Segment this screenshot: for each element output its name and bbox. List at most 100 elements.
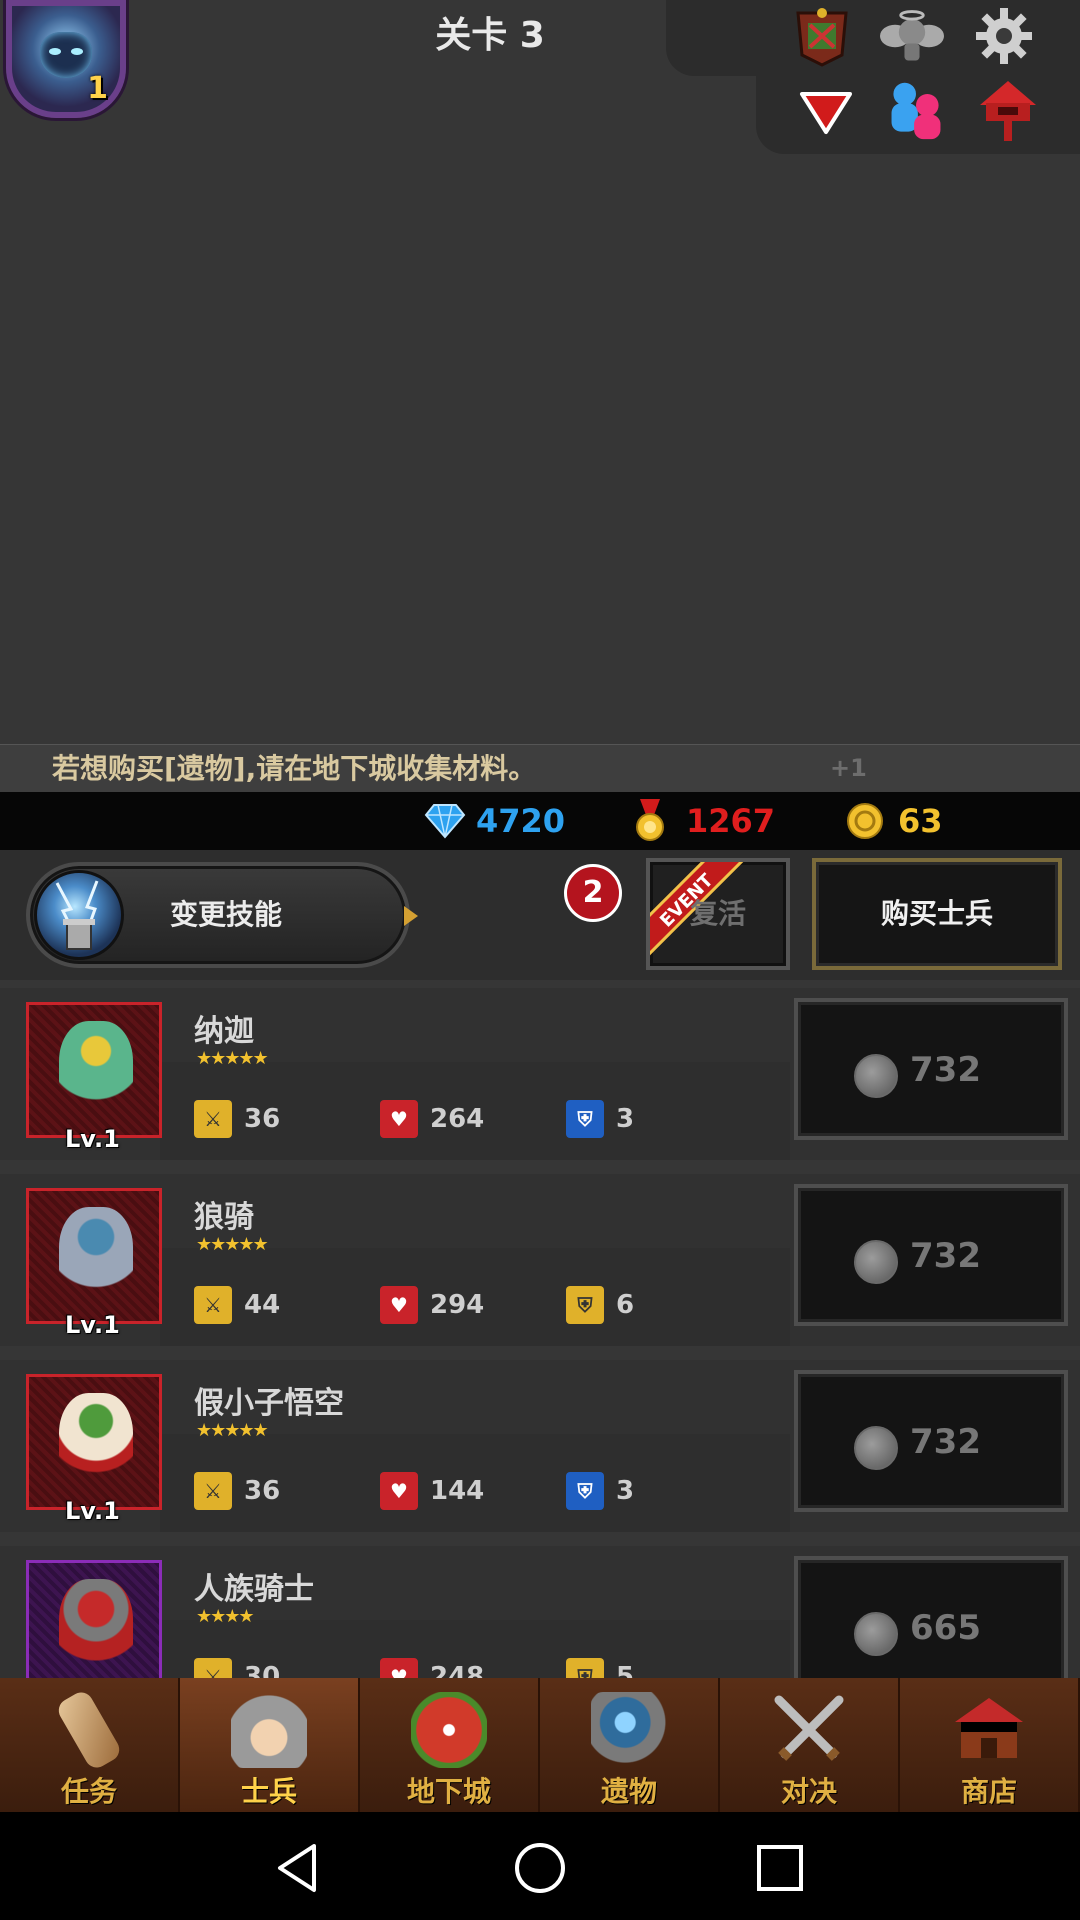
change-skill-button[interactable]: 变更技能 (26, 862, 418, 968)
unit-price-button[interactable]: 732 (794, 1184, 1068, 1326)
bottom-nav: 任务 士兵 地下城 遗物 对决 商店 (0, 1678, 1080, 1812)
angel-icon[interactable] (880, 4, 944, 68)
crest-icon[interactable] (790, 4, 854, 68)
sword-icon: ⚔ (194, 1658, 232, 1678)
currency-bar: 4720 1267 63 (0, 792, 1080, 850)
unit-name: 假小子悟空 (194, 1386, 344, 1421)
nav-tab-relics[interactable]: 遗物 (540, 1678, 720, 1812)
unit-portrait: Lv.1 (26, 1002, 162, 1153)
nav-tab-soldiers[interactable]: 士兵 (180, 1678, 360, 1812)
medal-counter: 1267 (632, 792, 775, 850)
friends-icon[interactable] (884, 78, 948, 142)
heart-icon: ♥ (380, 1286, 418, 1324)
arrow-right-icon (404, 906, 418, 926)
scroll-icon (54, 1688, 124, 1772)
silver-coin-icon (854, 1612, 898, 1656)
health-stat: ♥ 144 (380, 1472, 484, 1510)
buy-soldier-button[interactable]: 购买士兵 (812, 858, 1062, 970)
unit-name: 人族骑士 (194, 1572, 314, 1607)
system-nav-bar (0, 1812, 1080, 1920)
unit-portrait: Lv.1 (26, 1188, 162, 1339)
defense-stat: ⛨ 6 (566, 1286, 634, 1324)
coin-icon (847, 803, 883, 839)
unit-price-button[interactable]: 732 (794, 998, 1068, 1140)
orb-icon (591, 1692, 667, 1768)
nav-tab-dungeon[interactable]: 地下城 (360, 1678, 540, 1812)
unit-row[interactable]: 人族骑士 ★★★★ ⚔ 30 ♥ 248 ⛨ 5 665 (0, 1546, 1080, 1678)
unit-price: 732 (910, 1050, 981, 1090)
health-stat: ♥ 264 (380, 1100, 484, 1138)
hint-message: 若想购买[遗物],请在地下城收集材料。 (52, 752, 537, 785)
shop-icon (951, 1692, 1027, 1768)
avatar-level: 1 (87, 71, 108, 106)
silver-coin-icon (854, 1054, 898, 1098)
nav-tab-quest[interactable]: 任务 (0, 1678, 180, 1812)
sword-icon: ⚔ (194, 1100, 232, 1138)
unit-stars: ★★★★★ (196, 1234, 269, 1255)
gem-counter: 4720 (424, 792, 565, 850)
unit-portrait (26, 1560, 162, 1678)
medal-count: 1267 (686, 802, 776, 840)
unit-level: Lv.1 (65, 1311, 120, 1339)
notification-badge: 2 (564, 864, 622, 922)
change-skill-label: 变更技能 (170, 898, 283, 931)
unit-price-button[interactable]: 732 (794, 1370, 1068, 1512)
silver-coin-icon (854, 1426, 898, 1470)
heart-icon: ♥ (380, 1100, 418, 1138)
dropdown-triangle-icon[interactable] (794, 80, 858, 144)
nav-tab-duel[interactable]: 对决 (720, 1678, 900, 1812)
unit-row[interactable]: Lv.1 纳迦 ★★★★★ ⚔ 36 ♥ 264 ⛨ 3 732 (0, 988, 1080, 1160)
unit-stars: ★★★★★ (196, 1048, 269, 1069)
hint-message-bar: 若想购买[遗物],请在地下城收集材料。 +1 (0, 744, 1080, 792)
unit-portrait: Lv.1 (26, 1374, 162, 1525)
coin-count: 63 (898, 802, 943, 840)
sword-icon: ⚔ (194, 1286, 232, 1324)
defense-stat: ⛨ 3 (566, 1100, 634, 1138)
unit-name: 狼骑 (194, 1200, 254, 1235)
lightning-tower-icon (34, 870, 124, 960)
unit-price-button[interactable]: 665 (794, 1556, 1068, 1678)
nav-tab-shop[interactable]: 商店 (900, 1678, 1080, 1812)
health-stat: ♥ 294 (380, 1286, 484, 1324)
attack-stat: ⚔ 44 (194, 1286, 280, 1324)
silver-coin-icon (854, 1240, 898, 1284)
back-icon[interactable] (270, 1840, 326, 1896)
defense-stat: ⛨ 3 (566, 1472, 634, 1510)
sword-icon: ⚔ (194, 1472, 232, 1510)
gem-count: 4720 (476, 802, 566, 840)
unit-level: Lv.1 (65, 1497, 120, 1525)
gem-icon (424, 804, 466, 839)
unit-price: 732 (910, 1422, 981, 1462)
unit-row[interactable]: Lv.1 假小子悟空 ★★★★★ ⚔ 36 ♥ 144 ⛨ 3 732 (0, 1360, 1080, 1532)
attack-stat: ⚔ 36 (194, 1100, 280, 1138)
unit-price: 665 (910, 1608, 981, 1648)
shield-icon: ⛨ (566, 1472, 604, 1510)
attack-stat: ⚔ 30 (194, 1658, 280, 1678)
shield-icon: ⛨ (566, 1658, 604, 1678)
defense-stat: ⛨ 5 (566, 1658, 634, 1678)
unit-price: 732 (910, 1236, 981, 1276)
home-icon[interactable] (512, 1840, 568, 1896)
heart-icon: ♥ (380, 1472, 418, 1510)
shield-icon: ⛨ (566, 1286, 604, 1324)
unit-list[interactable]: Lv.1 纳迦 ★★★★★ ⚔ 36 ♥ 264 ⛨ 3 732 Lv.1 狼骑 ★★… (0, 988, 1080, 1678)
gear-icon[interactable] (972, 4, 1036, 68)
medal-icon (636, 799, 664, 841)
revive-label: 复活 (689, 897, 746, 930)
heart-icon: ♥ (380, 1658, 418, 1678)
monster-icon (411, 1692, 487, 1768)
unit-name: 纳迦 (194, 1014, 254, 1049)
unit-stars: ★★★★★ (196, 1420, 269, 1441)
mailbox-icon[interactable] (976, 78, 1040, 142)
revive-button[interactable]: EVENT 复活 (646, 858, 790, 970)
unit-stars: ★★★★ (196, 1606, 255, 1627)
unit-row[interactable]: Lv.1 狼骑 ★★★★★ ⚔ 44 ♥ 294 ⛨ 6 732 (0, 1174, 1080, 1346)
helmet-icon (231, 1692, 307, 1768)
unit-level: Lv.1 (65, 1125, 120, 1153)
recents-icon[interactable] (752, 1840, 808, 1896)
coin-counter: 63 (846, 792, 943, 850)
attack-stat: ⚔ 36 (194, 1472, 280, 1510)
shield-icon: ⛨ (566, 1100, 604, 1138)
crossed-swords-icon (771, 1692, 847, 1768)
bonus-indicator: +1 (830, 754, 867, 782)
